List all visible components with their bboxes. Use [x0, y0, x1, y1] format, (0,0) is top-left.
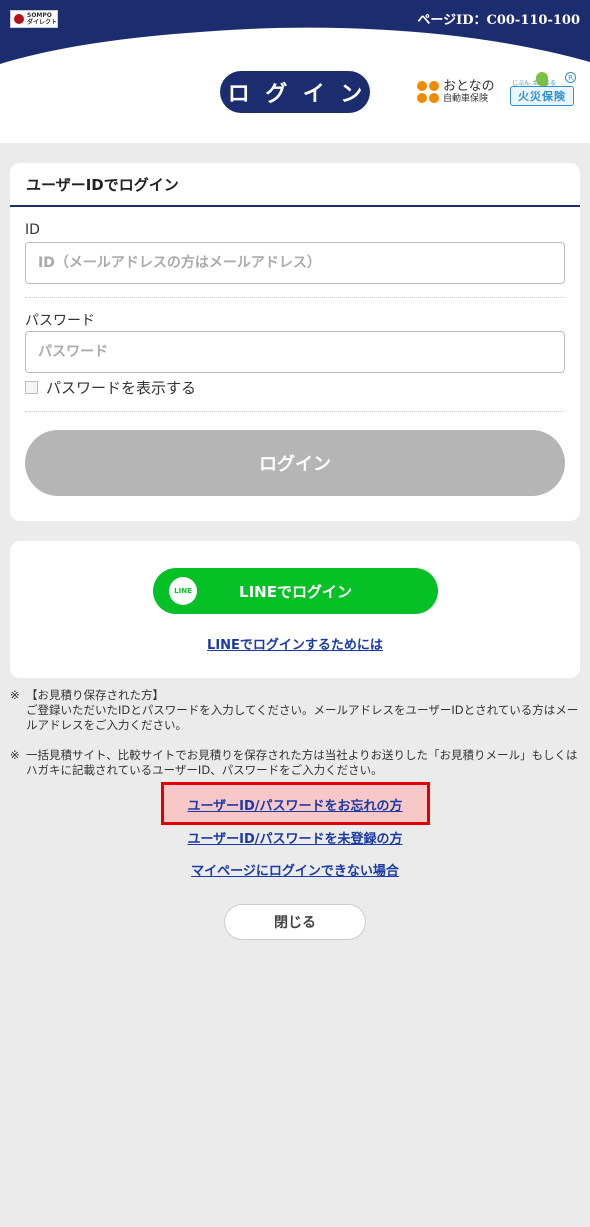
show-password-checkbox[interactable]	[25, 381, 38, 394]
show-password-toggle[interactable]: パスワードを表示する	[25, 377, 196, 398]
id-label: ID	[25, 222, 40, 238]
line-icon: LINE	[169, 577, 197, 605]
note-mark: ※	[10, 688, 20, 702]
note-comparison-site: ※ 一括見積サイト、比較サイトでお見積りを保存された方は当社よりお送りした「お見…	[10, 748, 582, 778]
note-text: 一括見積サイト、比較サイトでお見積りを保存された方は当社よりお送りした「お見積り…	[26, 748, 578, 777]
title-char: ン	[332, 71, 370, 113]
brand-line1: SOMPO	[27, 12, 52, 19]
title-char: グ	[257, 71, 295, 113]
login-card-heading: ユーザーIDでログイン	[10, 163, 580, 207]
note-saved-quote: ※ 【お見積り保存された方】 ご登録いただいたIDとパスワードを入力してください…	[10, 688, 582, 733]
title-char: ロ	[220, 71, 258, 113]
forgot-credentials-link[interactable]: ユーザーID/パスワードをお忘れの方	[0, 795, 590, 814]
sompo-logo[interactable]: SOMPO ダイレクト	[10, 10, 58, 28]
line-login-help-link[interactable]: LINEでログインするためには	[10, 634, 580, 653]
note-text: 【お見積り保存された方】 ご登録いただいたIDとパスワードを入力してください。メ…	[26, 688, 579, 732]
password-label: パスワード	[25, 313, 95, 329]
show-password-label: パスワードを表示する	[46, 379, 197, 397]
page-title: ロ グ イ ン	[220, 71, 370, 113]
otona-sub-text: 自動車保険	[443, 94, 489, 104]
registered-badge: R	[565, 72, 576, 83]
leaf-icon	[536, 72, 548, 86]
line-login-button[interactable]: LINE LINEでログイン	[153, 568, 438, 614]
brand-line2: ダイレクト	[27, 19, 58, 26]
note-mark: ※	[10, 748, 20, 762]
kasai-main-text: 火災保険	[510, 86, 574, 106]
cannot-login-link[interactable]: マイページにログインできない場合	[0, 860, 590, 879]
divider	[25, 297, 565, 298]
userid-login-card: ユーザーIDでログイン ID パスワード パスワードを表示する ログイン	[10, 163, 580, 521]
line-login-label: LINEでログイン	[239, 582, 352, 601]
password-input[interactable]	[25, 331, 565, 373]
sompo-mark-icon	[14, 14, 24, 24]
page-id: ページID：C00-110-100	[417, 13, 580, 28]
title-char: イ	[295, 71, 333, 113]
close-button[interactable]: 閉じる	[224, 904, 366, 940]
header: SOMPO ダイレクト ページID：C00-110-100 ロ グ イ ン おと…	[0, 0, 590, 143]
fire-insurance-logo: じぶん えらべる R 火災保険	[510, 72, 576, 108]
divider	[25, 411, 565, 412]
login-button[interactable]: ログイン	[25, 430, 565, 496]
otona-car-insurance-logo: おとなの 自動車保険	[417, 80, 495, 104]
otona-main-text: おとなの	[443, 79, 495, 94]
line-login-card: LINE LINEでログイン LINEでログインするためには	[10, 541, 580, 678]
unregistered-credentials-link[interactable]: ユーザーID/パスワードを未登録の方	[0, 828, 590, 847]
four-dots-icon	[417, 81, 439, 103]
id-input[interactable]	[25, 242, 565, 284]
